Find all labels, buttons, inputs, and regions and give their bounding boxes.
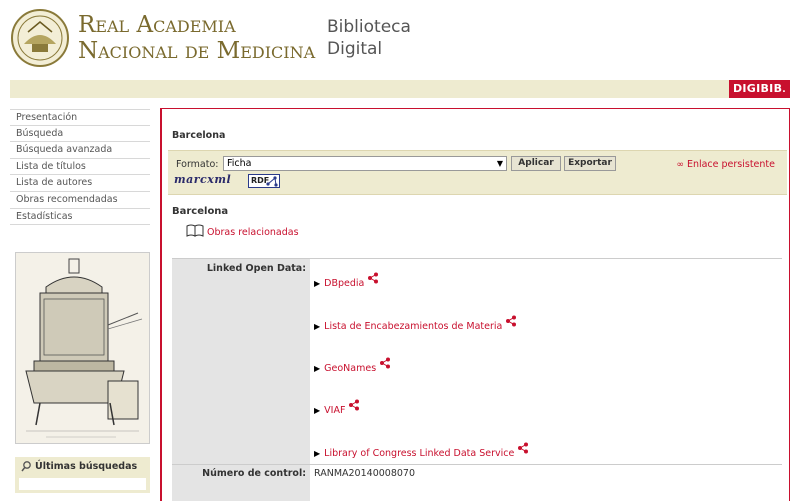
linked-data-icon [349,399,360,411]
content-frame-right [789,108,790,501]
academy-name-line1: Real Academia [78,12,236,38]
lod-item-lem[interactable]: ▶ Lista de Encabezamientos de Materia [314,315,517,332]
lod-item-geonames[interactable]: ▶ GeoNames [314,357,391,374]
expand-triangle-icon: ▶ [314,449,321,458]
format-select[interactable]: Ficha ▼ [223,156,507,171]
linked-data-icon [518,442,529,454]
nav-busqueda[interactable]: Búsqueda [10,126,150,143]
lod-item-label: DBpedia [324,278,365,289]
library-title-line1: Biblioteca [327,17,411,37]
lod-item-label: GeoNames [324,363,377,374]
rdf-button[interactable]: RDF [248,174,280,188]
library-title: Biblioteca Digital [327,16,411,60]
row-separator [172,464,782,465]
control-number-label: Número de control: [202,468,306,479]
chain-link-icon: ∞ [676,160,684,170]
expand-triangle-icon: ▶ [314,364,321,373]
academy-name-line2: Nacional de Medicina [78,38,316,64]
last-searches-panel: Últimas búsquedas [15,457,150,493]
open-book-icon [186,224,204,237]
control-number-value: RANMA20140008070 [314,468,416,479]
nav-obras-recomendadas[interactable]: Obras recomendadas [10,192,150,209]
permalink-link[interactable]: ∞ Enlace persistente [676,159,775,170]
lod-item-label: Library of Congress Linked Data Service [324,448,515,459]
expand-triangle-icon: ▶ [314,279,321,288]
last-searches-list [19,478,146,490]
content-frame-left [160,108,162,501]
sidebar-illustration [15,252,150,444]
expand-triangle-icon: ▶ [314,406,321,415]
record-details-table: Linked Open Data: Número de control: ▶ DB… [172,258,782,501]
apply-button[interactable]: Aplicar [511,156,561,171]
linked-data-icon [368,272,379,284]
record-title: Barcelona [172,206,229,217]
rdf-graph-icon [266,176,278,187]
content-frame-top [160,108,790,109]
permalink-label: Enlace persistente [686,159,775,170]
format-label: Formato: [176,159,219,170]
library-title-line2: Digital [327,39,383,59]
related-works-link[interactable]: Obras relacionadas [186,224,299,238]
marcxml-button[interactable]: marcxml [174,173,231,186]
lod-item-viaf[interactable]: ▶ VIAF [314,399,360,416]
last-searches-title: Últimas búsquedas [21,461,137,472]
format-toolbar: Formato: Ficha ▼ Aplicar Exportar ∞ Enlac… [168,150,787,195]
last-searches-label: Últimas búsquedas [35,461,138,472]
magnifier-icon [21,461,31,472]
nav-busqueda-avanzada[interactable]: Búsqueda avanzada [10,142,150,159]
lod-item-label: Lista de Encabezamientos de Materia [324,321,503,332]
nav-lista-titulos[interactable]: Lista de títulos [10,159,150,176]
page-title: Barcelona [172,130,226,141]
nav-presentacion[interactable]: Presentación [10,109,150,126]
lod-item-dbpedia[interactable]: ▶ DBpedia [314,272,379,289]
format-select-value: Ficha [227,158,252,169]
header-band [10,80,790,98]
lod-item-loc[interactable]: ▶ Library of Congress Linked Data Service [314,442,529,459]
lod-item-label: VIAF [324,405,346,416]
academy-name: Real Academia Nacional de Medicina [78,12,315,64]
digibib-brand-label: DIGIBIB [732,82,783,95]
nav-lista-autores[interactable]: Lista de autores [10,175,150,192]
apparatus-engraving [16,253,149,443]
dropdown-arrow-icon: ▼ [496,159,503,168]
related-works-label: Obras relacionadas [207,227,299,238]
nav-estadisticas[interactable]: Estadísticas [10,209,150,226]
sidebar-nav: Presentación Búsqueda Búsqueda avanzada … [10,109,150,226]
digibib-dot: . [782,85,786,95]
export-button[interactable]: Exportar [564,156,616,171]
linked-open-data-label: Linked Open Data: [206,263,306,274]
linked-data-icon [380,357,391,369]
site-header: Real Academia Nacional de Medicina Bibli… [0,0,800,80]
digibib-brand[interactable]: DIGIBIB. [728,80,790,98]
linked-data-icon [506,315,517,327]
expand-triangle-icon: ▶ [314,322,321,331]
academy-seal-logo[interactable] [10,8,70,68]
